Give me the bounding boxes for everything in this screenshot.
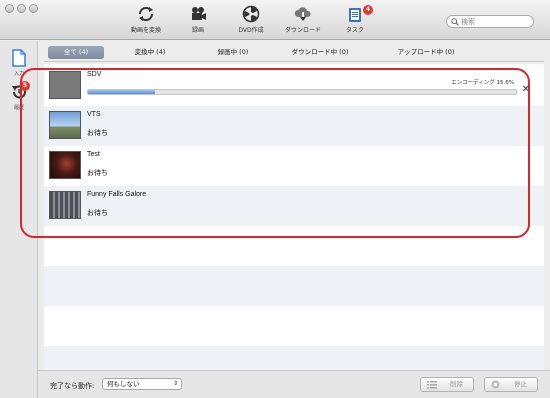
task-title: Test [87,151,100,158]
sidebar-input-label: 入力 [13,71,24,77]
video-thumbnail [49,191,81,219]
dvd-create-button[interactable]: DVD作成 [223,5,279,37]
tab-recording[interactable]: 録画中 (0) [198,46,268,59]
video-thumbnail [49,151,81,179]
after-complete-select[interactable]: 何もしない ⇕ [102,378,182,390]
tab-all[interactable]: 全て (4) [48,46,104,59]
list-delete-icon [427,381,437,389]
dvd-burn-icon [242,5,260,23]
search-icon [451,18,459,26]
task-clipboard-icon [349,8,361,22]
empty-row [44,346,544,370]
cloud-download-icon [294,7,311,21]
task-status: お待ち [87,169,108,177]
bottom-bar: 完了なら動作: 何もしない ⇕ 削除 停止 [38,370,550,398]
task-row[interactable]: Test お待ち [44,146,544,186]
sidebar-item-input[interactable]: 入力 [8,49,30,81]
record-label: 録画 [191,27,204,34]
task-filter-tabs: 全て (4) 変換中 (4) 録画中 (0) ダウンロード中 (0) アップロー… [44,46,544,61]
empty-row [44,306,544,346]
empty-row [44,226,544,266]
stop-icon [491,380,500,389]
delete-button[interactable]: 削除 [420,377,474,392]
task-row[interactable]: Funny Falls Galore お待ち [44,186,544,226]
stop-label: 停止 [514,380,527,388]
tab-downloading[interactable]: ダウンロード中 (0) [276,46,364,59]
search-input[interactable]: 検索 [446,15,534,28]
task-title: SDV [87,71,102,78]
video-camera-icon [192,7,206,20]
task-status: お待ち [87,209,108,217]
window-minimize-button[interactable] [17,4,26,13]
progress-fill [88,90,155,94]
sidebar-item-history[interactable]: 5 履歴 [8,81,30,115]
search-placeholder: 検索 [461,18,475,26]
sidebar-history-label: 履歴 [13,105,24,111]
sidebar: 入力 5 履歴 [0,41,38,398]
convert-icon [138,6,154,22]
tab-converting[interactable]: 変換中 (4) [120,46,180,59]
task-title: VTS [87,111,101,118]
empty-row [44,266,544,306]
download-label: ダウンロード [284,27,321,34]
encoding-progress-bar [87,89,517,95]
chevron-updown-icon: ⇕ [172,380,178,387]
after-complete-label: 完了なら動作: [50,382,95,390]
dvd-create-label: DVD作成 [238,27,264,34]
task-button[interactable]: 4 タスク [327,5,383,37]
encoding-status: エンコーディング 15.6% [451,80,514,86]
video-thumbnail [49,111,81,139]
tabs-divider [44,61,544,62]
delete-label: 削除 [450,380,463,388]
record-button[interactable]: 録画 [170,5,226,37]
task-status: お待ち [87,129,108,137]
task-count-badge: 4 [363,5,373,15]
download-button[interactable]: ダウンロード [275,5,331,37]
history-count-badge: 5 [20,81,30,91]
tab-uploading[interactable]: アップロード中 (0) [380,46,472,59]
task-list: SDV エンコーディング 15.6% ✕ VTS お待ち Test お待ち Fu… [44,64,544,370]
convert-video-button[interactable]: 動画を変換 [118,5,174,37]
video-thumbnail [49,71,81,99]
task-title: Funny Falls Galore [87,191,147,198]
window-zoom-button[interactable] [29,4,38,13]
convert-video-label: 動画を変換 [130,27,161,34]
after-complete-value: 何もしない [107,380,140,388]
task-label: タスク [345,27,364,34]
task-row[interactable]: SDV エンコーディング 15.6% ✕ [44,66,544,106]
task-row[interactable]: VTS お待ち [44,106,544,146]
close-icon[interactable]: ✕ [522,85,530,95]
toolbar: 動画を変換 録画 DVD作成 ダウンロード 4 タスク 検索 [0,0,550,40]
document-icon [12,49,26,67]
window-close-button[interactable] [5,4,14,13]
stop-button[interactable]: 停止 [484,377,538,392]
